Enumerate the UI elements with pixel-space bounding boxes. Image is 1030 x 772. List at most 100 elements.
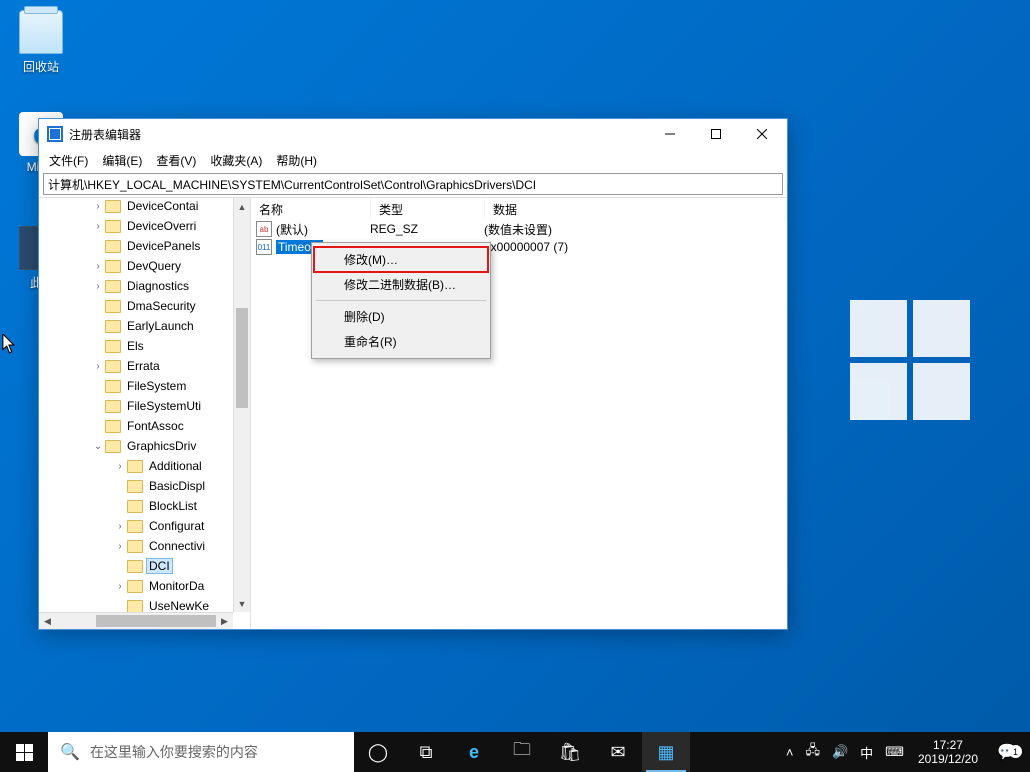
notification-badge: 1: [1009, 745, 1022, 758]
tree-item-label: DmaSecurity: [125, 299, 198, 313]
tree-item-configurat[interactable]: ›Configurat: [39, 516, 250, 536]
tree-item-label: DeviceOverri: [125, 219, 198, 233]
chevron-icon[interactable]: ›: [91, 201, 105, 212]
taskbar-file-explorer[interactable]: 🗀: [498, 732, 546, 772]
scroll-up-button[interactable]: ▲: [234, 198, 250, 215]
list-header[interactable]: 名称 类型 数据: [251, 198, 787, 220]
context-modify-binary[interactable]: 修改二进制数据(B)…: [314, 272, 488, 297]
folder-icon: [127, 580, 143, 593]
chevron-icon[interactable]: ⌄: [91, 441, 105, 452]
context-modify[interactable]: 修改(M)…: [314, 247, 488, 272]
tree-item-connectivi[interactable]: ›Connectivi: [39, 536, 250, 556]
chevron-icon[interactable]: ›: [91, 261, 105, 272]
menu-help[interactable]: 帮助(H): [270, 150, 323, 171]
tree-item-filesystemuti[interactable]: FileSystemUti: [39, 396, 250, 416]
chevron-icon[interactable]: ›: [91, 281, 105, 292]
tree-item-label: DevQuery: [125, 259, 183, 273]
context-separator: [316, 300, 486, 301]
tree-item-errata[interactable]: ›Errata: [39, 356, 250, 376]
task-view-button[interactable]: ⧉: [402, 732, 450, 772]
tree-item-label: Additional: [147, 459, 204, 473]
column-name[interactable]: 名称: [251, 198, 371, 220]
scroll-down-button[interactable]: ▼: [234, 595, 250, 612]
taskbar-edge[interactable]: e: [450, 732, 498, 772]
folder-icon: [127, 520, 143, 533]
tree-item-els[interactable]: Els: [39, 336, 250, 356]
tree-item-label: GraphicsDriv: [125, 439, 198, 453]
folder-icon: [105, 360, 121, 373]
tree-item-earlylaunch[interactable]: EarlyLaunch: [39, 316, 250, 336]
close-button[interactable]: [739, 119, 785, 149]
chevron-icon[interactable]: ›: [113, 461, 127, 472]
tray-network-icon[interactable]: 🖧: [799, 732, 826, 772]
tray-clock[interactable]: 17:27 2019/12/20: [910, 738, 986, 767]
tree-item-label: MonitorDa: [147, 579, 206, 593]
tree-item-basicdispl[interactable]: BasicDispl: [39, 476, 250, 496]
tree-item-monitorda[interactable]: › MonitorDa: [39, 576, 250, 596]
tree-pane[interactable]: ›DeviceContai›DeviceOverriDevicePanels›D…: [39, 198, 251, 629]
tree-item-label: BlockList: [147, 499, 199, 513]
menu-edit[interactable]: 编辑(E): [96, 150, 148, 171]
tree-item-blocklist[interactable]: BlockList: [39, 496, 250, 516]
tree-item-label: FileSystemUti: [125, 399, 203, 413]
chevron-icon[interactable]: ›: [113, 541, 127, 552]
column-data[interactable]: 数据: [485, 198, 787, 220]
tree-item-graphicsdriv[interactable]: ⌄ GraphicsDriv: [39, 436, 250, 456]
tree-item-dmasecurity[interactable]: DmaSecurity: [39, 296, 250, 316]
tree-item-additional[interactable]: › Additional: [39, 456, 250, 476]
chevron-icon[interactable]: ›: [91, 221, 105, 232]
minimize-button[interactable]: [647, 119, 693, 149]
folder-icon: [105, 420, 121, 433]
tree-horizontal-scrollbar[interactable]: ◀ ▶: [39, 612, 233, 629]
address-bar[interactable]: 计算机\HKEY_LOCAL_MACHINE\SYSTEM\CurrentCon…: [43, 173, 783, 195]
tree-item-diagnostics[interactable]: ›Diagnostics: [39, 276, 250, 296]
taskbar-search[interactable]: 🔍 在这里输入你要搜索的内容: [48, 732, 354, 772]
column-type[interactable]: 类型: [371, 198, 485, 220]
tray-volume-icon[interactable]: 🔊: [826, 732, 854, 772]
tray-keyboard-icon[interactable]: ⌨: [879, 732, 910, 772]
tree-item-devicepanels[interactable]: DevicePanels: [39, 236, 250, 256]
scroll-thumb[interactable]: [236, 308, 248, 408]
context-delete[interactable]: 删除(D): [314, 304, 488, 329]
taskbar-mail[interactable]: ✉: [594, 732, 642, 772]
value-data: 0x00000007 (7): [484, 240, 568, 254]
folder-icon: [105, 320, 121, 333]
tree-item-fontassoc[interactable]: FontAssoc: [39, 416, 250, 436]
scroll-left-button[interactable]: ◀: [39, 613, 56, 629]
chevron-icon[interactable]: ›: [113, 581, 127, 592]
tree-item-label: DCI: [147, 559, 172, 573]
taskbar-store[interactable]: 🛍: [546, 732, 594, 772]
tree-vertical-scrollbar[interactable]: ▲ ▼: [233, 198, 250, 612]
tree-item-dci[interactable]: DCI: [39, 556, 250, 576]
maximize-button[interactable]: [693, 119, 739, 149]
value-row[interactable]: ab(默认)REG_SZ(数值未设置): [251, 220, 787, 238]
cortana-button[interactable]: ◯: [354, 732, 402, 772]
folder-icon: [105, 240, 121, 253]
tree-item-devquery[interactable]: › DevQuery: [39, 256, 250, 276]
folder-icon: [127, 540, 143, 553]
folder-icon: [105, 300, 121, 313]
mouse-cursor: [2, 334, 17, 354]
tray-overflow[interactable]: ˄: [780, 732, 800, 772]
menu-favorites[interactable]: 收藏夹(A): [204, 150, 268, 171]
folder-icon: [127, 460, 143, 473]
desktop-recycle-bin[interactable]: 回收站: [6, 10, 76, 75]
menu-view[interactable]: 查看(V): [150, 150, 202, 171]
tree-item-filesystem[interactable]: FileSystem: [39, 376, 250, 396]
tree-item-deviceoverri[interactable]: › DeviceOverri: [39, 216, 250, 236]
menu-file[interactable]: 文件(F): [43, 150, 94, 171]
context-menu: 修改(M)… 修改二进制数据(B)… 删除(D) 重命名(R): [311, 242, 491, 359]
tree-item-devicecontai[interactable]: ›DeviceContai: [39, 198, 250, 216]
chevron-icon[interactable]: ›: [113, 521, 127, 532]
start-button[interactable]: [0, 732, 48, 772]
context-rename[interactable]: 重命名(R): [314, 329, 488, 354]
scroll-thumb-h[interactable]: [96, 615, 216, 627]
value-data: (数值未设置): [484, 221, 552, 238]
chevron-icon[interactable]: ›: [91, 361, 105, 372]
taskbar-regedit[interactable]: ▦: [642, 732, 690, 772]
scroll-right-button[interactable]: ▶: [216, 613, 233, 629]
action-center-button[interactable]: 💬1: [986, 742, 1028, 762]
values-pane[interactable]: 名称 类型 数据 ab(默认)REG_SZ(数值未设置)011TimeoutRE…: [251, 198, 787, 629]
titlebar[interactable]: 注册表编辑器: [39, 119, 787, 149]
tray-ime[interactable]: 中: [854, 732, 879, 772]
